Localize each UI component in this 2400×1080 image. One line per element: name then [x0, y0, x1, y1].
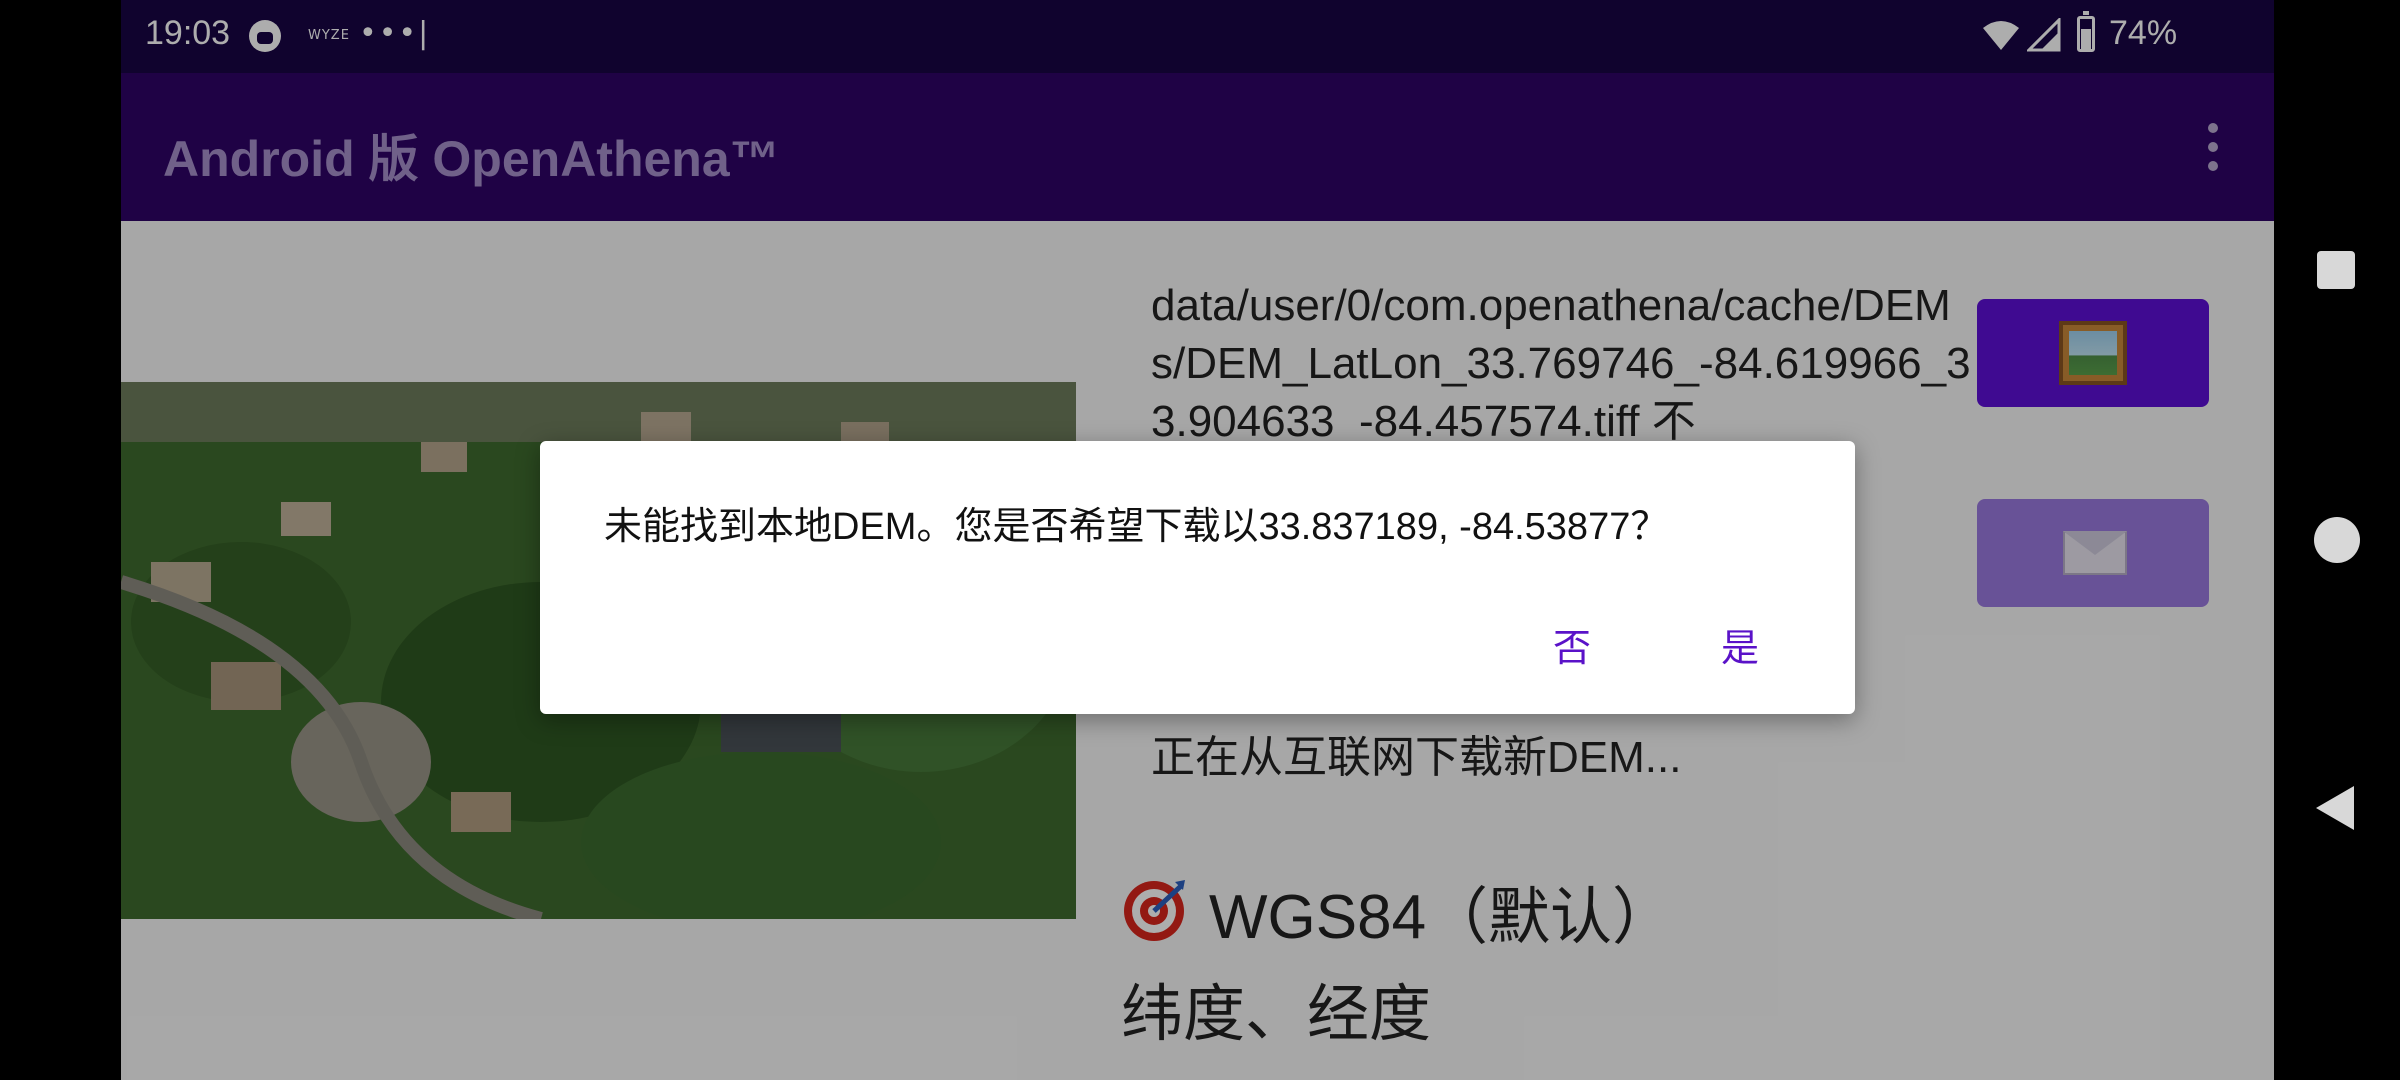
app-window: 19:03 WYZE •••| 74% Android 版 OpenAthena…: [121, 0, 2274, 1080]
yes-button[interactable]: 是: [1713, 613, 1767, 676]
back-icon[interactable]: [2316, 786, 2354, 830]
no-button[interactable]: 否: [1545, 613, 1599, 676]
navigation-bar: [2274, 0, 2400, 1080]
download-dem-dialog: 未能找到本地DEM。您是否希望下载以33.837189, -84.53877？ …: [540, 441, 1855, 714]
recents-icon[interactable]: [2317, 251, 2355, 289]
home-icon[interactable]: [2314, 517, 2360, 563]
dialog-message: 未能找到本地DEM。您是否希望下载以33.837189, -84.53877？: [604, 506, 1669, 548]
